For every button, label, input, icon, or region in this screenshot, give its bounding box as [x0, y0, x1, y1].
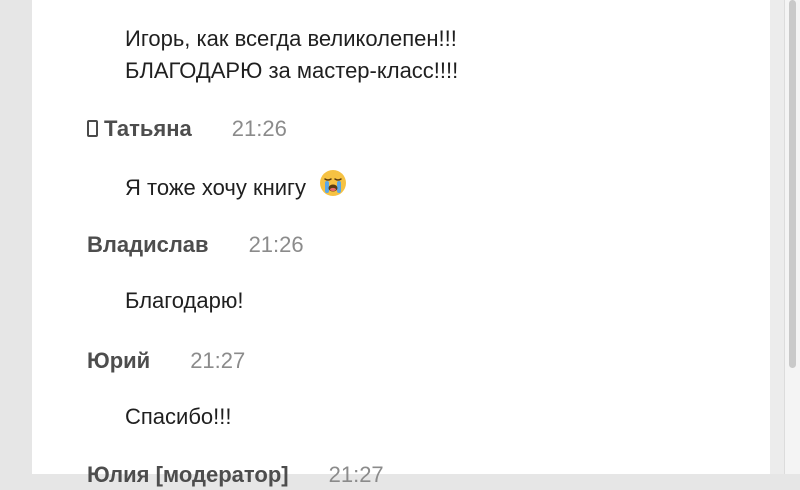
- message-text: Я тоже хочу книгу: [125, 170, 348, 208]
- message-time: 21:27: [190, 348, 246, 373]
- scrollbar-thumb[interactable]: [789, 0, 796, 368]
- message-text-content: Я тоже хочу книгу: [125, 174, 307, 200]
- message-time: 21:27: [328, 462, 384, 487]
- message-header-vladislav: Владислав 21:26: [87, 230, 304, 260]
- message-time: 21:26: [248, 232, 304, 257]
- message-author[interactable]: Татьяна: [104, 116, 192, 142]
- message-text: Благодарю!: [125, 288, 244, 313]
- message-author[interactable]: Владислав: [87, 232, 209, 258]
- message-text-line-1: Игорь, как всегда великолепен!!!: [125, 26, 457, 51]
- message-text-line-2: БЛАГОДАРЮ за мастер-класс!!!!: [125, 58, 459, 83]
- message-text: Спасибо!!!: [125, 404, 232, 429]
- message-author[interactable]: Юлия [модератор]: [87, 462, 289, 488]
- message-header-tatiana: Татьяна 21:26: [87, 114, 287, 144]
- loudly-crying-face-emoji-icon: [318, 168, 348, 206]
- message-header-yulia: Юлия [модератор] 21:27: [87, 460, 384, 490]
- mobile-phone-icon: [87, 119, 98, 137]
- message-time: 21:26: [231, 116, 287, 141]
- left-background: [0, 0, 32, 474]
- message-header-yuri: Юрий 21:27: [87, 346, 245, 376]
- message-author[interactable]: Юрий: [87, 348, 150, 374]
